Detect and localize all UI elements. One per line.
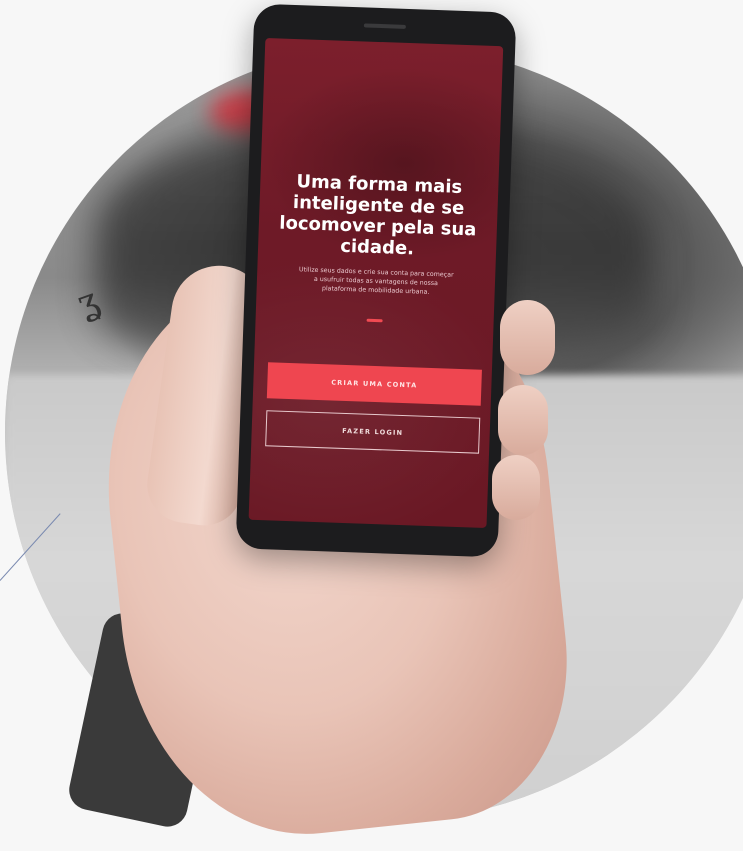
welcome-content: Uma forma mais inteligente de se locomov… xyxy=(251,170,498,454)
app-screen: Uma forma mais inteligente de se locomov… xyxy=(248,37,504,529)
login-button[interactable]: FAZER LOGIN xyxy=(265,410,481,454)
finger-1 xyxy=(500,300,555,375)
create-account-button[interactable]: CRIAR UMA CONTA xyxy=(266,362,482,406)
finger-2 xyxy=(498,385,548,455)
welcome-subtitle: Utilize seus dados e crie sua conta para… xyxy=(298,266,454,296)
accent-divider xyxy=(366,318,383,323)
welcome-title: Uma forma mais inteligente de se locomov… xyxy=(279,171,477,260)
phone-speaker xyxy=(363,23,406,29)
finger-3 xyxy=(492,455,540,520)
smartphone: Uma forma mais inteligente de se locomov… xyxy=(235,3,517,558)
